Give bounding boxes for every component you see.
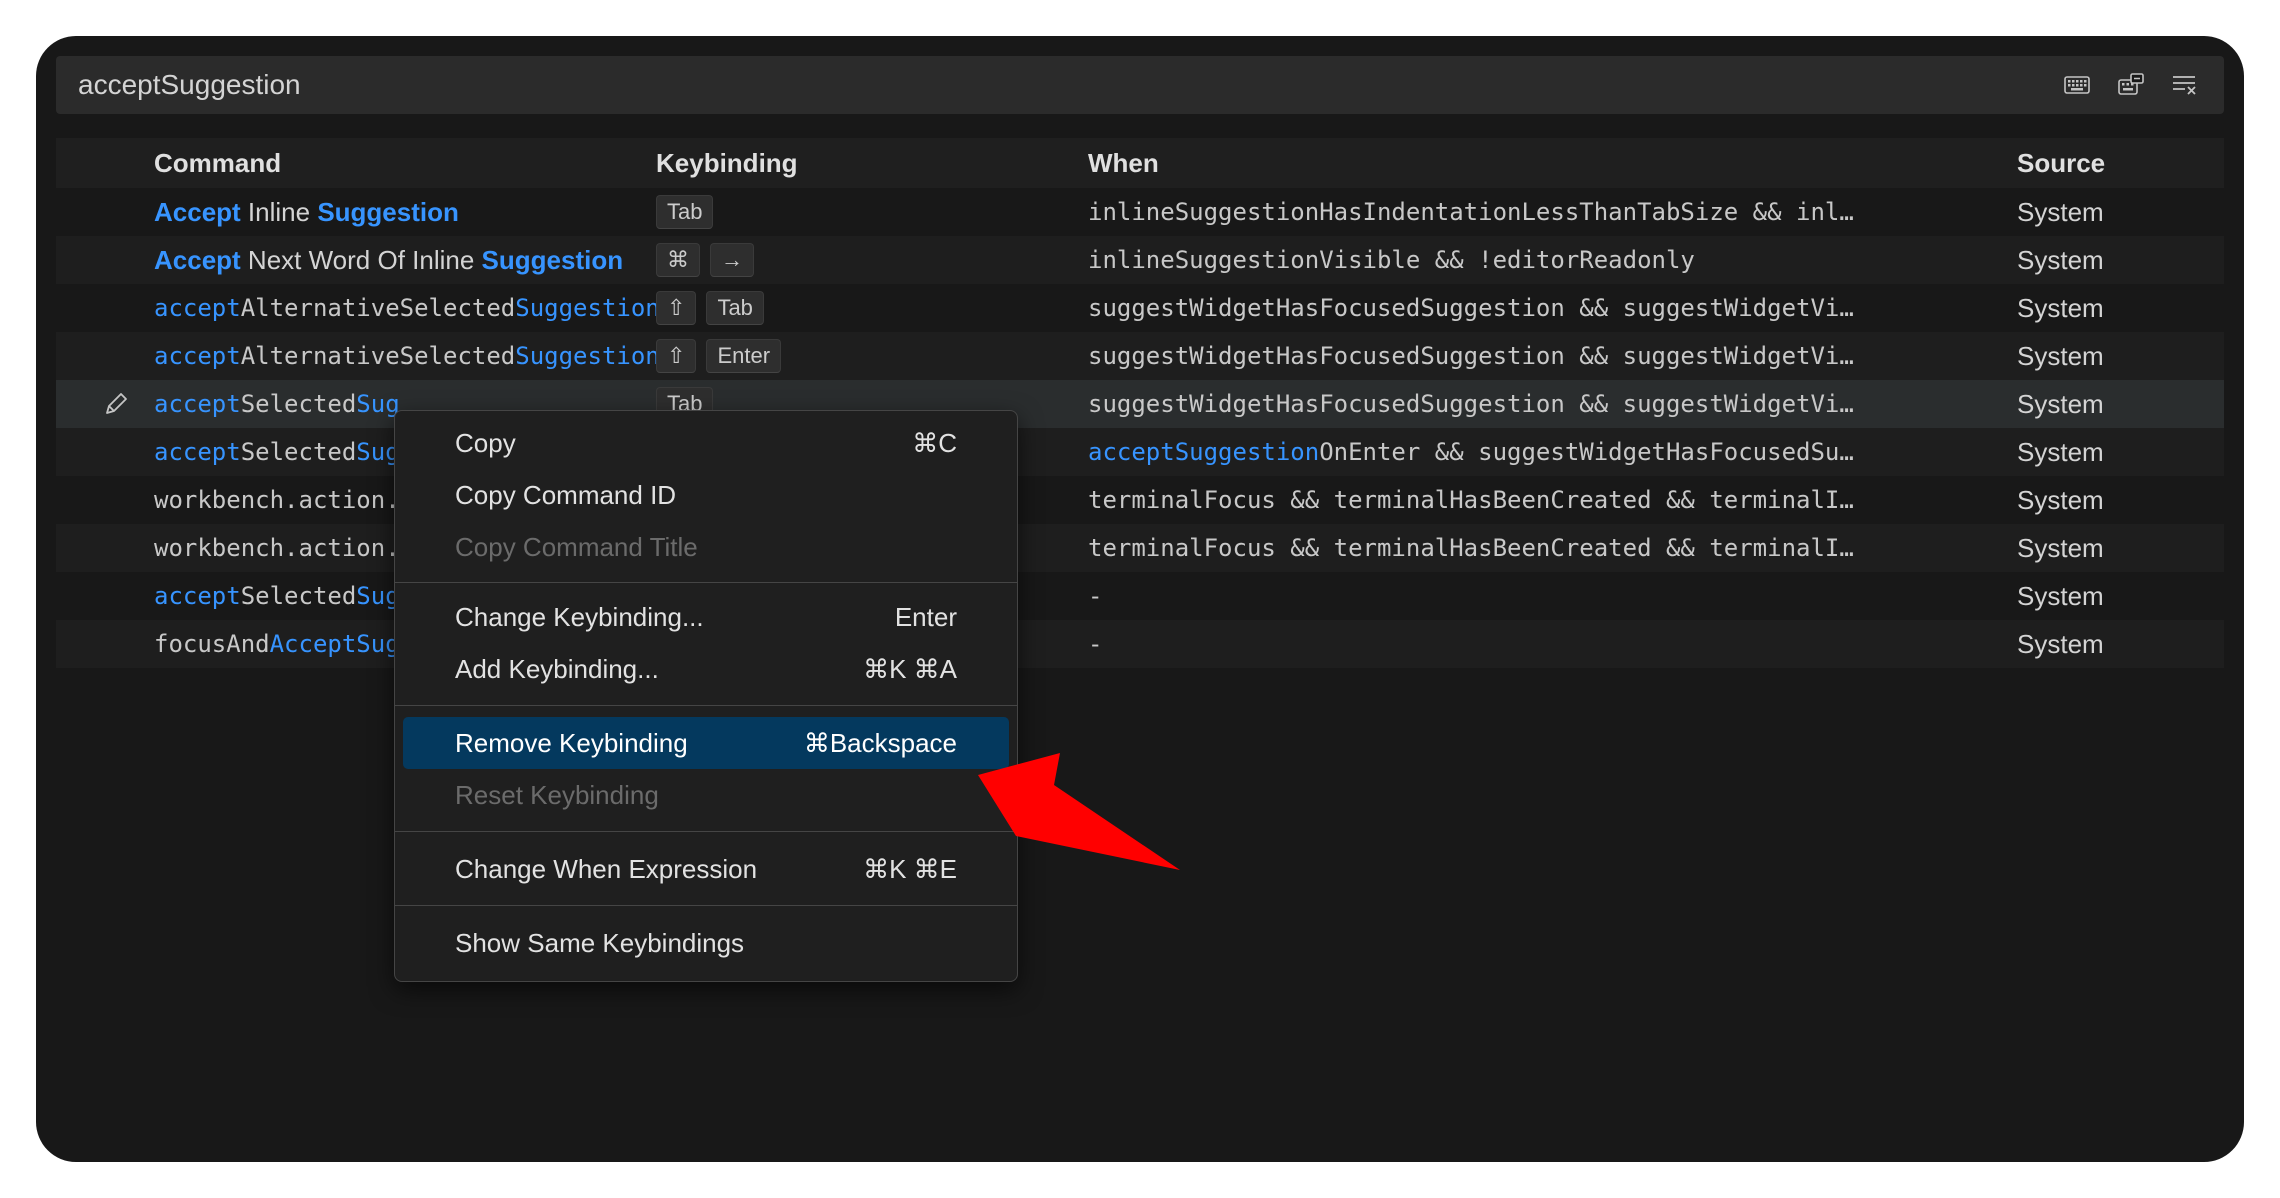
red-arrow-annotation — [978, 753, 1180, 870]
arrow-shape — [978, 753, 1180, 870]
